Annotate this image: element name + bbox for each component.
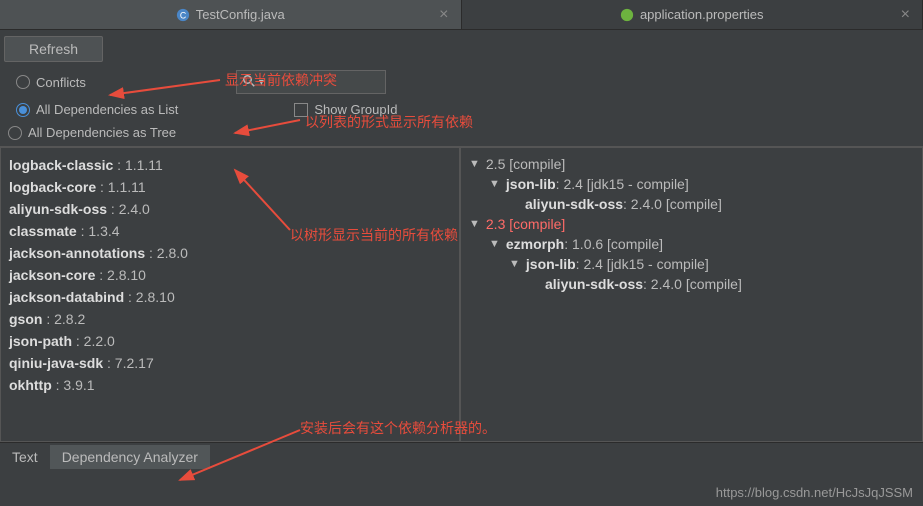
search-icon <box>243 75 255 90</box>
as-list-label: All Dependencies as List <box>36 102 178 117</box>
tab-testconfig[interactable]: C TestConfig.java × <box>0 0 462 29</box>
svg-text:C: C <box>180 10 186 20</box>
collapse-icon[interactable]: ▼ <box>509 258 520 270</box>
list-item[interactable]: jackson-databind : 2.8.10 <box>9 286 451 308</box>
tab-dependency-analyzer[interactable]: Dependency Analyzer <box>50 445 210 469</box>
tree-node[interactable]: ▼2.5 [compile] <box>469 154 914 174</box>
search-input[interactable]: ▾ <box>236 70 386 94</box>
collapse-icon[interactable]: ▼ <box>489 238 500 250</box>
chevron-down-icon[interactable]: ▾ <box>259 77 264 88</box>
list-item[interactable]: gson : 2.8.2 <box>9 308 451 330</box>
collapse-icon[interactable]: ▼ <box>469 158 480 170</box>
toolbar: Refresh <box>0 30 923 68</box>
file-tabs: C TestConfig.java × application.properti… <box>0 0 923 30</box>
list-item[interactable]: aliyun-sdk-oss : 2.4.0 <box>9 198 451 220</box>
dependency-list[interactable]: logback-classic : 1.1.11logback-core : 1… <box>0 147 460 442</box>
list-item[interactable]: jackson-core : 2.8.10 <box>9 264 451 286</box>
tree-node[interactable]: aliyun-sdk-oss : 2.4.0 [compile] <box>469 274 914 294</box>
tab-label: TestConfig.java <box>196 7 285 22</box>
tree-node[interactable]: ▼json-lib : 2.4 [jdk15 - compile] <box>469 254 914 274</box>
tree-node[interactable]: ▼ezmorph : 1.0.6 [compile] <box>469 234 914 254</box>
tab-label: application.properties <box>640 7 764 22</box>
tree-node[interactable]: aliyun-sdk-oss : 2.4.0 [compile] <box>469 194 914 214</box>
radio-as-list[interactable] <box>16 103 30 117</box>
content-area: logback-classic : 1.1.11logback-core : 1… <box>0 146 923 442</box>
show-groupid-label: Show GroupId <box>314 102 397 117</box>
bottom-tabs: Text Dependency Analyzer <box>0 442 923 470</box>
tree-node[interactable]: ▼json-lib : 2.4 [jdk15 - compile] <box>469 174 914 194</box>
tree-node-conflict[interactable]: ▼2.3 [compile] <box>469 214 914 234</box>
radio-conflicts[interactable] <box>16 75 30 89</box>
radio-as-tree[interactable] <box>8 126 22 140</box>
tab-application-properties[interactable]: application.properties × <box>462 0 923 29</box>
watermark: https://blog.csdn.net/HcJsJqJSSM <box>716 485 913 500</box>
refresh-button[interactable]: Refresh <box>4 36 103 62</box>
conflicts-label: Conflicts <box>36 75 86 90</box>
tab-text[interactable]: Text <box>0 445 50 469</box>
checkbox-show-groupid[interactable] <box>294 103 308 117</box>
class-icon: C <box>176 8 190 22</box>
close-icon[interactable]: × <box>439 6 448 24</box>
dependency-tree[interactable]: ▼2.5 [compile] ▼json-lib : 2.4 [jdk15 - … <box>460 147 923 442</box>
list-item[interactable]: classmate : 1.3.4 <box>9 220 451 242</box>
collapse-icon[interactable]: ▼ <box>469 218 480 230</box>
list-item[interactable]: json-path : 2.2.0 <box>9 330 451 352</box>
spring-icon <box>620 8 634 22</box>
as-tree-label: All Dependencies as Tree <box>28 125 176 140</box>
close-icon[interactable]: × <box>901 6 910 24</box>
collapse-icon[interactable]: ▼ <box>489 178 500 190</box>
list-item[interactable]: logback-core : 1.1.11 <box>9 176 451 198</box>
list-item[interactable]: okhttp : 3.9.1 <box>9 374 451 396</box>
list-item[interactable]: logback-classic : 1.1.11 <box>9 154 451 176</box>
list-item[interactable]: jackson-annotations : 2.8.0 <box>9 242 451 264</box>
list-item[interactable]: qiniu-java-sdk : 7.2.17 <box>9 352 451 374</box>
